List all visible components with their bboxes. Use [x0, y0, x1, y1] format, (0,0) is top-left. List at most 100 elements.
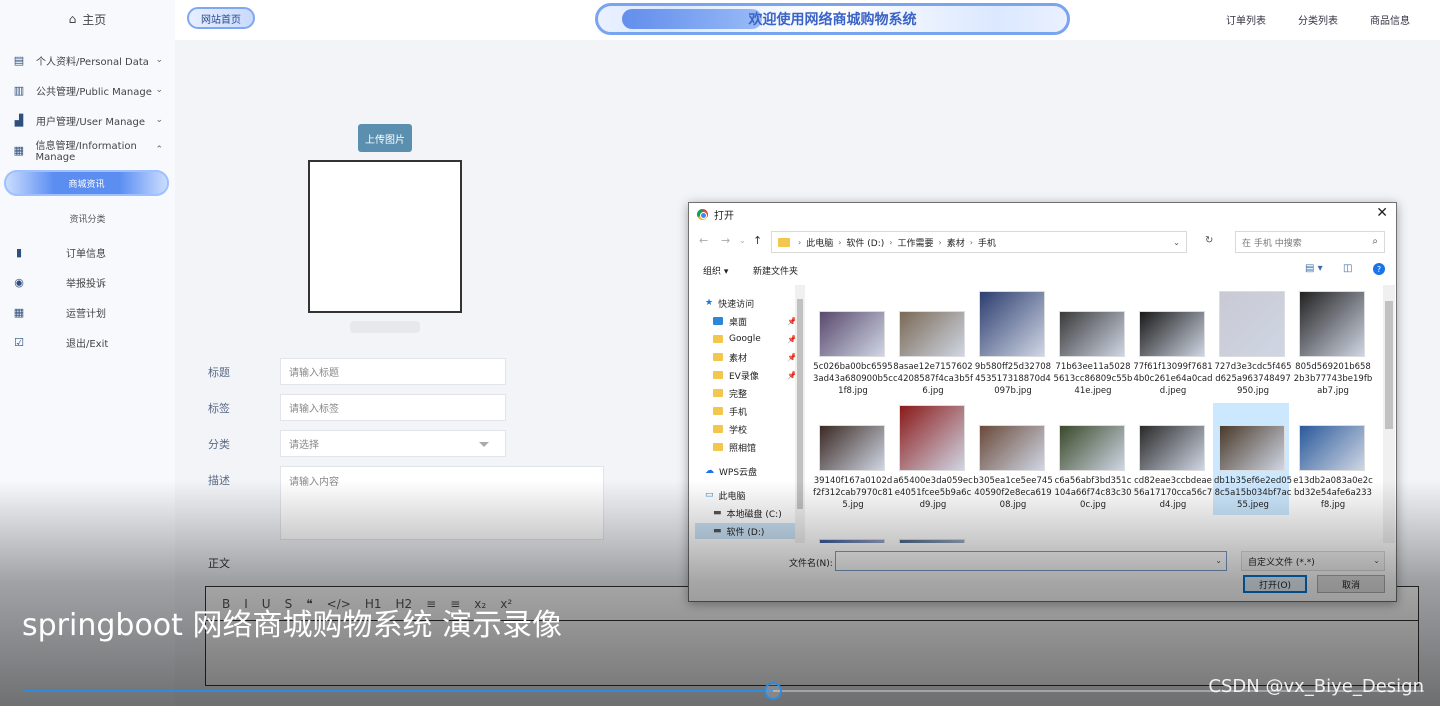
chevron-down-icon: ⌄	[1373, 556, 1380, 565]
folder-icon	[713, 425, 723, 433]
folder-icon	[713, 371, 723, 379]
file-item[interactable]: 727d3e3cdc5f465d625a963748497950.jpg	[1213, 289, 1292, 401]
file-thumbnail	[899, 539, 965, 543]
video-caption: springboot 网络商城购物系统 演示录像	[22, 608, 562, 643]
file-name: 8asae12e7157602c4208587f4ca3b5f6.jpg	[893, 362, 974, 396]
filename-input[interactable]: ⌄	[835, 551, 1227, 571]
video-progress-knob[interactable]	[764, 682, 782, 700]
file-item[interactable]: 71b63ee11a50285613cc86809c55b41e.jpeg	[1053, 289, 1132, 401]
nav-item-ev-recordings[interactable]: EV录像 📌	[713, 367, 797, 383]
folder-icon	[713, 335, 723, 343]
file-name: 9b580ff25d32708453517318870d4097b.jpg	[974, 362, 1052, 396]
file-item[interactable]	[893, 517, 969, 543]
sidebar-item-information-manage[interactable]: ▦ 信息管理/Information Manage ⌃	[0, 138, 175, 163]
breadcrumb-item[interactable]: 软件 (D:)	[846, 236, 884, 249]
file-item[interactable]: cd82eae3ccbdeae56a17170cca56c7d4.jpg	[1133, 403, 1212, 515]
help-icon[interactable]: ?	[1373, 263, 1385, 275]
file-thumbnail	[979, 291, 1045, 357]
nav-item-phones[interactable]: 手机	[713, 403, 747, 419]
cancel-button[interactable]: 取消	[1317, 575, 1385, 593]
file-item[interactable]: db1b35ef6e2ed058c5a15b034bf7ac55.jpeg	[1213, 403, 1292, 515]
sidebar-item-user-manage[interactable]: ▟ 用户管理/User Manage ⌄	[0, 108, 175, 132]
site-home-button[interactable]: 网站首页	[187, 7, 255, 29]
file-item[interactable]: 5c026ba00bc65953ad43a680900b5c1f8.jpg	[813, 289, 893, 401]
recent-dropdown-icon[interactable]: ⌄	[739, 236, 746, 245]
nav-item-drive-d[interactable]: ▬ 软件 (D:)	[695, 523, 795, 539]
close-icon[interactable]: ✕	[1376, 205, 1388, 221]
breadcrumb-item[interactable]: 工作需要	[897, 236, 933, 249]
address-bar[interactable]: › 此电脑 › 软件 (D:) › 工作需要 › 素材 › 手机 ⌄	[771, 231, 1187, 253]
nav-item-google[interactable]: Google 📌	[713, 331, 797, 347]
breadcrumb-item[interactable]: 此电脑	[806, 236, 833, 249]
up-icon[interactable]: ↑	[753, 234, 762, 247]
file-thumbnail	[1139, 425, 1205, 471]
file-item[interactable]: a65400e3da059ece4051fcee5b9a6cd9.jpg	[893, 403, 973, 515]
file-item[interactable]: 39140f167a0102df2f312cab7970c815.jpg	[813, 403, 893, 515]
chevron-down-icon[interactable]: ⌄	[1173, 238, 1180, 247]
file-item[interactable]: b305ea1ce5ee74540590f2e8eca61908.jpg	[973, 403, 1053, 515]
sidebar-subitem-mall-news[interactable]: 商城资讯	[4, 170, 169, 196]
sidebar-item-exit[interactable]: ☑ 退出/Exit	[0, 330, 175, 354]
banner-decoration	[622, 9, 762, 29]
sidebar-item-label: 运营计划	[66, 308, 106, 320]
file-item[interactable]	[813, 517, 889, 543]
preview-pane-icon[interactable]: ◫	[1343, 263, 1352, 274]
header-link-products[interactable]: 商品信息	[1370, 12, 1410, 27]
sidebar-item-label: 个人资料/Personal Data	[36, 56, 149, 68]
header-link-categories[interactable]: 分类列表	[1298, 12, 1338, 27]
sidebar-item-complaints[interactable]: ◉ 举报投诉	[0, 270, 175, 294]
file-item[interactable]: e13db2a083a0e2cbd32e54afe6a233f8.jpg	[1293, 403, 1373, 515]
organize-button[interactable]: 组织 ▾	[703, 264, 728, 277]
nav-item-complete[interactable]: 完整	[713, 385, 747, 401]
view-options-icon[interactable]: ▤ ▾	[1305, 263, 1323, 274]
tags-label: 标签	[208, 402, 230, 415]
new-folder-button[interactable]: 新建文件夹	[753, 264, 798, 277]
sidebar-item-orders[interactable]: ▮ 订单信息	[0, 240, 175, 264]
folder-search-input[interactable]: 在 手机 中搜索 ⌕	[1235, 231, 1385, 253]
file-grid: 5c026ba00bc65953ad43a680900b5c1f8.jpg 8as…	[813, 285, 1385, 543]
file-thumbnail	[1059, 425, 1125, 471]
nav-item-drive-c[interactable]: ▬ 本地磁盘 (C:)	[713, 505, 782, 521]
back-icon[interactable]: ←	[699, 234, 708, 247]
nav-item-quick-access[interactable]: ★ 快速访问	[705, 295, 754, 311]
category-select[interactable]: 请选择	[280, 430, 506, 457]
sidebar-subitem-label: 商城资讯	[68, 179, 105, 190]
sidebar-item-label: 退出/Exit	[66, 338, 109, 350]
file-grid-scrollbar[interactable]	[1383, 285, 1395, 543]
nav-item-this-pc[interactable]: ▭ 此电脑	[705, 487, 746, 503]
nav-item-materials[interactable]: 素材 📌	[713, 349, 797, 365]
breadcrumb-item[interactable]: 手机	[978, 236, 996, 249]
nav-item-wps-cloud[interactable]: ☁ WPS云盘	[705, 463, 757, 479]
file-item[interactable]: 805d569201b6582b3b77743be19fbab7.jpg	[1293, 289, 1372, 401]
nav-item-desktop[interactable]: 桌面 📌	[713, 313, 797, 329]
description-textarea[interactable]: 请输入内容	[280, 466, 604, 540]
forward-icon[interactable]: →	[721, 234, 730, 247]
grid-icon: ▦	[13, 143, 24, 157]
file-item[interactable]: 8asae12e7157602c4208587f4ca3b5f6.jpg	[893, 289, 973, 401]
nav-item-school[interactable]: 学校	[713, 421, 747, 437]
sidebar-item-personal-data[interactable]: ▤ 个人资料/Personal Data ⌄	[0, 48, 175, 72]
page-title: 欢迎使用网络商城购物系统	[748, 12, 917, 28]
upload-image-button[interactable]: 上传图片	[358, 124, 412, 152]
nav-item-photo-studio[interactable]: 照相馆	[713, 439, 756, 455]
sidebar-item-public-manage[interactable]: ▥ 公共管理/Public Manage ⌄	[0, 78, 175, 102]
file-item[interactable]: c6a56abf3bd351c104a66f74c83c300c.jpg	[1053, 403, 1132, 515]
breadcrumb-item[interactable]: 素材	[947, 236, 965, 249]
title-input[interactable]: 请输入标题	[280, 358, 506, 385]
sidebar-subitem-news-category[interactable]: 资讯分类	[0, 206, 175, 230]
file-item[interactable]: 9b580ff25d32708453517318870d4097b.jpg	[973, 289, 1051, 401]
sidebar-item-operation-plan[interactable]: ▦ 运营计划	[0, 300, 175, 324]
chevron-down-icon	[479, 442, 489, 447]
tags-input[interactable]: 请输入标签	[280, 394, 506, 421]
sidebar-home[interactable]: ⌂ 主页	[0, 0, 175, 38]
nav-pane-scrollbar[interactable]	[795, 285, 805, 543]
refresh-icon[interactable]: ↻	[1205, 235, 1213, 246]
filetype-select[interactable]: 自定义文件 (*.*) ⌄	[1241, 551, 1385, 571]
header-link-orders[interactable]: 订单列表	[1226, 12, 1266, 27]
open-button[interactable]: 打开(O)	[1243, 575, 1307, 593]
chevron-down-icon[interactable]: ⌄	[1215, 556, 1222, 565]
video-progress-fill	[24, 690, 773, 692]
file-item[interactable]: 77f61f13099f76814b0c261e64a0cadd.jpeg	[1133, 289, 1213, 401]
file-thumbnail	[819, 425, 885, 471]
file-name: 39140f167a0102df2f312cab7970c815.jpg	[813, 476, 894, 510]
